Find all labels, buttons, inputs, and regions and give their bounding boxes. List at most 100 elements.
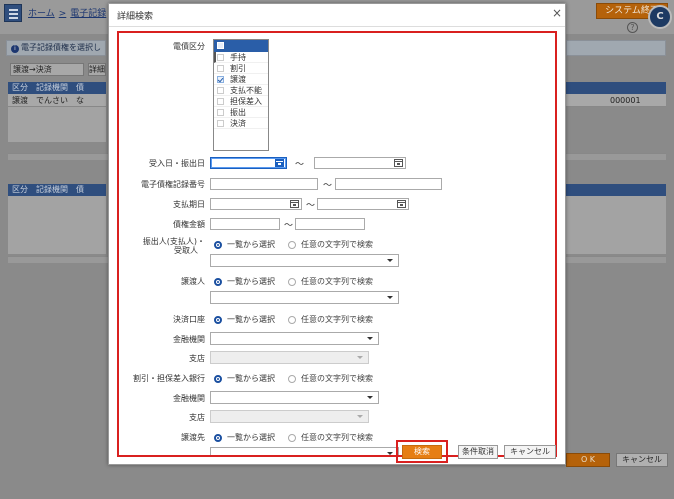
chevron-down-icon — [367, 396, 373, 399]
kubun-label: 譲渡 — [230, 74, 246, 84]
checkbox-checked[interactable] — [217, 75, 224, 83]
radio-selected[interactable] — [214, 240, 222, 249]
horizontal-scrollbar-2[interactable] — [8, 256, 108, 263]
cell-sai: な — [76, 96, 84, 105]
range-tilde: 〜 — [284, 221, 294, 231]
drawer-radio-text[interactable]: 任意の文字列で検索 — [288, 239, 373, 250]
checkbox[interactable] — [217, 108, 224, 116]
select-all-checkbox[interactable] — [217, 42, 224, 49]
due-date-from-input[interactable] — [210, 198, 302, 210]
label-branch-2: 支店 — [189, 413, 205, 422]
help-icon[interactable]: ? — [627, 22, 638, 33]
dialog-title: 詳細検索 — [117, 12, 154, 22]
sort-select[interactable]: 譲渡→決済 — [10, 63, 84, 76]
uke-date-to-input[interactable] — [314, 157, 406, 169]
record-no-from-input[interactable] — [210, 178, 318, 190]
label-discount-bank: 割引・担保差入銀行 — [133, 374, 205, 383]
breadcrumb: ホーム > 電子記録 — [28, 6, 106, 19]
detail-button[interactable]: 詳細 — [88, 63, 106, 76]
assignor-select[interactable] — [210, 291, 399, 304]
drawer-select[interactable] — [210, 254, 399, 267]
horizontal-scrollbar[interactable] — [8, 153, 108, 160]
label-bank-1: 金融機関 — [173, 335, 205, 344]
radio-label: 一覧から選択 — [227, 315, 275, 324]
bank-1-select[interactable] — [210, 332, 379, 345]
clear-conditions-button[interactable]: 条件取消 — [458, 445, 498, 459]
amount-to-input[interactable] — [295, 218, 365, 230]
kubun-select-all[interactable] — [214, 40, 268, 52]
cell-right: 000001 — [566, 94, 666, 107]
due-date-to-input[interactable] — [317, 198, 409, 210]
checkbox[interactable] — [217, 119, 224, 127]
dialog-divider — [109, 26, 565, 27]
radio-selected[interactable] — [214, 277, 222, 286]
bank-2-select[interactable] — [210, 391, 379, 404]
radio-label: 一覧から選択 — [227, 433, 275, 442]
horizontal-scrollbar-right[interactable] — [566, 153, 666, 160]
kubun-item-waribiki[interactable]: 割引 — [214, 63, 268, 74]
calendar-icon[interactable] — [275, 159, 284, 167]
user-avatar-icon[interactable]: C — [648, 5, 672, 29]
table-header-right — [566, 184, 666, 196]
table-header: 区分 記録機関 債 — [8, 184, 106, 196]
radio[interactable] — [288, 374, 296, 383]
close-icon[interactable]: × — [552, 7, 562, 19]
radio-selected[interactable] — [214, 315, 222, 324]
checkbox[interactable] — [217, 86, 224, 94]
calendar-icon[interactable] — [394, 159, 403, 167]
col-header-kiroku: 記録機関 — [36, 83, 68, 92]
calendar-icon[interactable] — [397, 200, 406, 208]
bond-table-right: 000001 — [566, 82, 666, 107]
calendar-icon[interactable] — [290, 200, 299, 208]
sort-select-value: 譲渡→決済 — [13, 65, 52, 74]
menu-button[interactable] — [4, 4, 22, 22]
radio-label: 任意の文字列で検索 — [301, 277, 373, 286]
table-row[interactable]: 譲渡 でんさい な — [8, 94, 106, 107]
kubun-item-kessai[interactable]: 決済 — [214, 118, 268, 129]
assignor-radio-text[interactable]: 任意の文字列で検索 — [288, 276, 373, 287]
radio-selected[interactable] — [214, 374, 222, 383]
kubun-item-joto[interactable]: 譲渡 — [214, 74, 268, 85]
radio[interactable] — [288, 240, 296, 249]
discount-bank-radio-list[interactable]: 一覧から選択 — [214, 373, 275, 384]
drawer-radio-list[interactable]: 一覧から選択 — [214, 239, 275, 250]
amount-from-input[interactable] — [210, 218, 280, 230]
ok-button[interactable]: O K — [566, 453, 610, 467]
radio[interactable] — [288, 315, 296, 324]
radio-selected[interactable] — [214, 433, 222, 442]
assignee-radio-list[interactable]: 一覧から選択 — [214, 432, 275, 443]
detail-search-dialog: 詳細検索 × 電債区分 手持 割引 譲渡 支払不能 担保差入 振出 決済 受入日… — [108, 3, 566, 465]
radio[interactable] — [288, 277, 296, 286]
checkbox[interactable] — [217, 64, 224, 72]
cancel-button[interactable]: キャンセル — [504, 445, 556, 459]
branch-1-select[interactable] — [210, 351, 369, 364]
col-header-kiroku: 記録機関 — [36, 185, 68, 194]
radio[interactable] — [288, 433, 296, 442]
uke-date-from-input[interactable] — [210, 157, 287, 169]
horizontal-scrollbar-2-right[interactable] — [566, 256, 666, 263]
kubun-label: 決済 — [230, 118, 246, 128]
kubun-item-tanpo[interactable]: 担保差入 — [214, 96, 268, 107]
search-button[interactable]: 検索 — [402, 445, 442, 459]
assignee-select[interactable] — [210, 447, 399, 455]
record-no-to-input[interactable] — [335, 178, 442, 190]
checkbox[interactable] — [217, 97, 224, 105]
discount-bank-radio-text[interactable]: 任意の文字列で検索 — [288, 373, 373, 384]
footer-cancel-button[interactable]: キャンセル — [616, 453, 668, 467]
account-radio-text[interactable]: 任意の文字列で検索 — [288, 314, 373, 325]
assignor-radio-list[interactable]: 一覧から選択 — [214, 276, 275, 287]
breadcrumb-denshi[interactable]: 電子記録 — [70, 9, 106, 19]
table-header-right — [566, 82, 666, 94]
account-radio-list[interactable]: 一覧から選択 — [214, 314, 275, 325]
info-message: i 電子記録債権を選択し — [6, 40, 106, 56]
kubun-item-shiharai-funo[interactable]: 支払不能 — [214, 85, 268, 96]
branch-2-select[interactable] — [210, 410, 369, 423]
kubun-item-teji[interactable]: 手持 — [214, 52, 268, 63]
discount-bank-radio-group: 一覧から選択 任意の文字列で検索 — [214, 373, 386, 384]
range-tilde: 〜 — [306, 201, 316, 211]
checkbox[interactable] — [217, 53, 224, 61]
breadcrumb-home[interactable]: ホーム — [28, 9, 55, 19]
kubun-label: 振出 — [230, 107, 246, 117]
kubun-item-furidashi[interactable]: 振出 — [214, 107, 268, 118]
assignee-radio-text[interactable]: 任意の文字列で検索 — [288, 432, 373, 443]
